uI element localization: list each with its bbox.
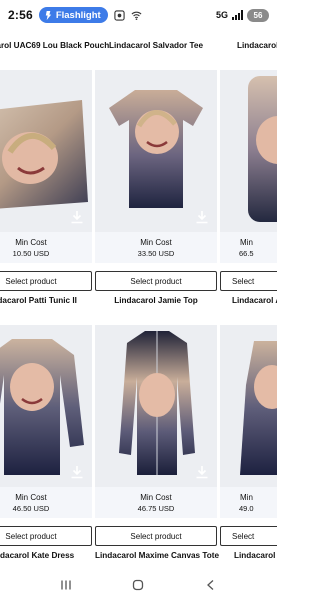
price-label: Min [240,493,253,502]
price-label: Min Cost [140,493,172,502]
signal-icon [232,10,243,20]
product-title: Lindacarol Patti Tunic II [0,296,77,305]
price-value: 33.50 USD [137,249,175,258]
price-label: Min [240,238,253,247]
download-icon[interactable] [195,210,209,224]
select-product-button[interactable]: Select product [0,271,92,291]
price-box: Min Cost 10.50 USD [0,232,92,263]
tee-image [109,90,203,208]
download-icon[interactable] [70,465,84,479]
price-value: 10.50 USD [12,249,50,258]
download-icon[interactable] [70,210,84,224]
top-image [119,331,195,475]
select-product-button[interactable]: Select [220,526,277,546]
select-product-button[interactable]: Select [220,271,277,291]
download-icon[interactable] [195,465,209,479]
system-nav-bar [0,570,277,600]
product-image[interactable] [220,325,277,487]
product-title: Lindacarol An [232,296,277,305]
product-image[interactable] [95,70,217,232]
status-time: 2:56 [8,8,33,22]
select-product-button[interactable]: Select product [95,526,217,546]
price-label: Min Cost [15,493,47,502]
product-title: Lindacarol Jamie Top [114,296,198,305]
product-image[interactable] [95,325,217,487]
product-grid: Lindacarol UAC69 Lou Black Pouch Min Cos… [0,30,277,570]
price-box: Min 66.5 [220,232,277,263]
tunic-image [0,339,84,475]
status-bar: 2:56 Flashlight 5G 56 [0,0,277,30]
wifi-icon [131,11,142,20]
product-title: Lindacarol C [237,41,277,50]
price-box: Min 49.0 [220,487,277,518]
select-product-button[interactable]: Select product [0,526,92,546]
home-icon[interactable] [132,579,144,591]
product-title: Lindacarol V [234,551,277,560]
screenshot-icon [114,9,125,21]
product-title: Lindacarol Maxime Canvas Tote [95,551,220,560]
price-value: 46.50 USD [12,504,50,513]
product-image[interactable] [0,325,92,487]
network-type: 5G [215,10,228,20]
price-label: Min Cost [140,238,172,247]
flashlight-pill[interactable]: Flashlight [38,7,108,23]
product-title: Lindacarol Kate Dress [0,551,75,560]
price-box: Min Cost 33.50 USD [95,232,217,263]
price-value: 46.75 USD [137,504,175,513]
flashlight-icon [45,10,52,20]
recents-icon[interactable] [60,579,72,591]
battery-level: 56 [253,10,263,20]
select-product-button[interactable]: Select product [95,271,217,291]
product-image[interactable] [0,70,92,232]
battery-icon: 56 [247,8,269,22]
phone-case-image [248,76,277,222]
dress-image [240,341,277,475]
pouch-image [0,100,88,209]
product-title: Lindacarol UAC69 Lou Black Pouch [0,41,110,50]
product-image[interactable] [220,70,277,232]
price-box: Min Cost 46.75 USD [95,487,217,518]
price-box: Min Cost 46.50 USD [0,487,92,518]
price-label: Min Cost [15,238,47,247]
back-icon[interactable] [205,579,217,591]
price-value: 49.0 [239,504,254,513]
product-title: Lindacarol Salvador Tee [108,41,204,50]
flashlight-label: Flashlight [55,9,101,21]
price-value: 66.5 [239,249,254,258]
